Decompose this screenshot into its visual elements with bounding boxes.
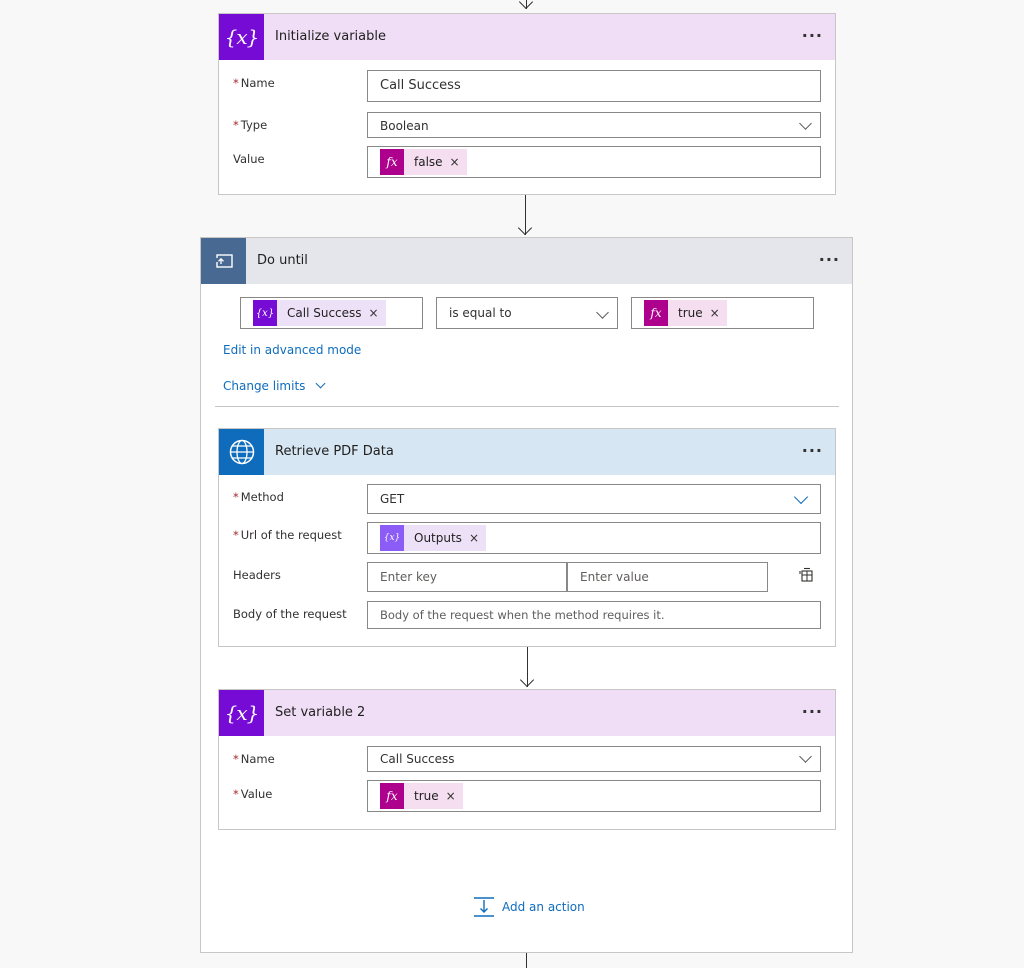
connector-line-bottom — [526, 953, 527, 968]
variable-token[interactable]: {x} Call Success × — [253, 300, 386, 326]
chevron-down-icon — [799, 117, 812, 130]
expression-token[interactable]: fx true × — [644, 300, 727, 326]
type-label: * Type — [233, 118, 268, 132]
card-title: Do until — [257, 253, 308, 268]
chevron-down-icon — [596, 306, 609, 319]
operator-dropdown[interactable]: is equal to — [436, 297, 618, 329]
outputs-token[interactable]: {x} Outputs × — [380, 525, 486, 551]
add-action-icon — [473, 896, 495, 918]
name-label: * Name — [233, 752, 275, 766]
chevron-down-icon — [799, 750, 812, 763]
remove-token-icon[interactable]: × — [447, 155, 467, 169]
more-options-icon[interactable]: ··· — [802, 14, 823, 60]
compose-output-icon: {x} — [380, 525, 404, 551]
expression-token[interactable]: fx true × — [380, 783, 463, 809]
variable-icon: {x} — [219, 690, 264, 736]
initialize-variable-card: {x} Initialize variable ··· * Name Call S… — [218, 13, 836, 195]
remove-token-icon[interactable]: × — [466, 531, 486, 545]
more-options-icon[interactable]: ··· — [802, 690, 823, 736]
header-value-input[interactable]: Enter value — [567, 562, 768, 592]
initialize-variable-header[interactable]: {x} Initialize variable ··· — [219, 14, 835, 60]
condition-left-field[interactable]: {x} Call Success × — [240, 297, 423, 329]
headers-label: Headers — [233, 568, 281, 582]
remove-token-icon[interactable]: × — [443, 789, 463, 803]
fx-icon: fx — [380, 783, 404, 809]
condition-right-field[interactable]: fx true × — [631, 297, 814, 329]
variable-icon: {x} — [253, 300, 277, 326]
edit-advanced-mode-link[interactable]: Edit in advanced mode — [223, 343, 361, 357]
value-label: Value — [233, 152, 265, 166]
name-dropdown[interactable]: Call Success — [367, 746, 821, 772]
url-field[interactable]: {x} Outputs × — [367, 522, 821, 554]
value-label: * Value — [233, 787, 273, 801]
set-variable-card: {x} Set variable 2 ··· * Name Call Succes… — [218, 689, 836, 830]
http-action-header[interactable]: Retrieve PDF Data ··· — [219, 429, 835, 475]
card-title: Set variable 2 — [275, 705, 366, 720]
header-key-input[interactable]: Enter key — [367, 562, 567, 592]
do-until-header[interactable]: Do until ··· — [201, 238, 852, 284]
do-until-container: Do until ··· {x} Call Success × is equal… — [200, 237, 853, 953]
chevron-down-icon — [315, 378, 326, 389]
chevron-down-icon — [793, 489, 809, 505]
set-variable-header[interactable]: {x} Set variable 2 ··· — [219, 690, 835, 736]
value-field[interactable]: fx false × — [367, 146, 821, 178]
name-field[interactable]: Call Success — [367, 70, 821, 102]
card-title: Retrieve PDF Data — [275, 444, 394, 459]
loop-icon — [201, 238, 246, 284]
url-label: * Url of the request — [233, 528, 342, 542]
expression-token[interactable]: fx false × — [380, 149, 467, 175]
retrieve-pdf-data-card: Retrieve PDF Data ··· * Method GET * Url o… — [218, 428, 836, 647]
globe-icon — [219, 429, 264, 475]
method-label: * Method — [233, 490, 284, 504]
variable-icon: {x} — [219, 14, 264, 60]
switch-text-mode-icon[interactable] — [799, 567, 815, 587]
more-options-icon[interactable]: ··· — [802, 429, 823, 475]
body-label: Body of the request — [233, 607, 347, 621]
name-label: * Name — [233, 76, 275, 90]
body-input[interactable]: Body of the request when the method requ… — [367, 601, 821, 629]
add-action-button[interactable]: Add an action — [473, 896, 585, 918]
more-options-icon[interactable]: ··· — [819, 238, 840, 284]
section-divider — [215, 406, 839, 407]
fx-icon: fx — [644, 300, 668, 326]
card-title: Initialize variable — [275, 29, 386, 44]
remove-token-icon[interactable]: × — [366, 306, 386, 320]
change-limits-link[interactable]: Change limits — [223, 378, 326, 393]
remove-token-icon[interactable]: × — [707, 306, 727, 320]
fx-icon: fx — [380, 149, 404, 175]
type-dropdown[interactable]: Boolean — [367, 112, 821, 138]
value-field[interactable]: fx true × — [367, 780, 821, 812]
method-dropdown[interactable]: GET — [367, 484, 821, 514]
